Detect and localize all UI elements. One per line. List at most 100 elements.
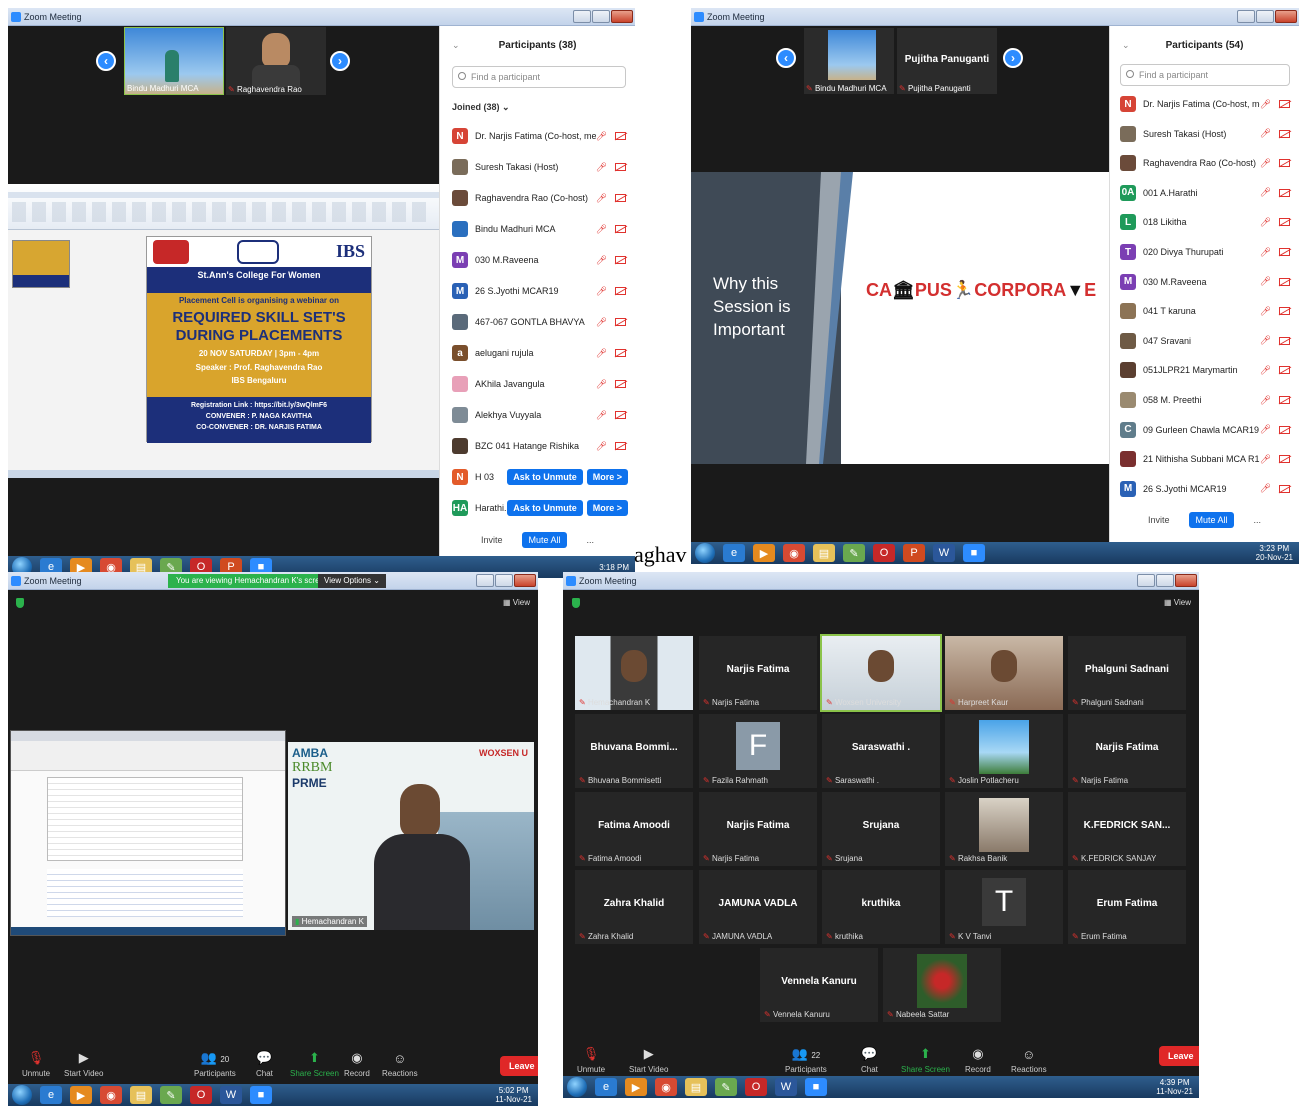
participant-tile[interactable]: ✎ Joslin Potlacheru bbox=[945, 714, 1063, 788]
leave-button[interactable]: Leave bbox=[500, 1056, 538, 1076]
participant-tile[interactable]: Narjis Fatima ✎ Narjis Fatima bbox=[699, 636, 817, 710]
joined-label[interactable]: Joined (38) ⌄ bbox=[452, 102, 510, 113]
participant-row[interactable]: a aelugani rujula 🎤︎ bbox=[452, 338, 632, 368]
start-video-button[interactable]: ▶ Start Video bbox=[629, 1046, 668, 1074]
participant-row[interactable]: 041 T karuna 🎤︎ bbox=[1120, 296, 1296, 326]
participant-tile[interactable]: T ✎ K V Tanvi bbox=[945, 870, 1063, 944]
participant-tile[interactable]: ✎ Hemachandran K bbox=[575, 636, 693, 710]
paint-icon[interactable]: ✎ bbox=[160, 1086, 182, 1104]
participant-row[interactable]: Alekhya Vuyyala 🎤︎ bbox=[452, 400, 632, 430]
unmute-button[interactable]: 🎙 Unmute bbox=[22, 1050, 50, 1078]
word-icon[interactable]: W bbox=[933, 544, 955, 562]
participant-row[interactable]: M 26 S.Jyothi MCAR19 🎤︎ bbox=[452, 276, 632, 306]
share-screen-button[interactable]: ⬆ Share Screen bbox=[901, 1046, 950, 1074]
search-input[interactable]: Find a participant bbox=[1120, 64, 1290, 86]
minimize-button[interactable] bbox=[573, 10, 591, 23]
video-thumb-pujitha[interactable]: Pujitha Panuganti ✎ Pujitha Panuganti bbox=[897, 28, 997, 94]
ie-icon[interactable]: e bbox=[40, 1086, 62, 1104]
chrome-icon[interactable]: ◉ bbox=[783, 544, 805, 562]
leave-button[interactable]: Leave bbox=[1159, 1046, 1199, 1066]
participant-tile[interactable]: Bhuvana Bommi... ✎ Bhuvana Bommisetti bbox=[575, 714, 693, 788]
chat-button[interactable]: 💬 Chat bbox=[861, 1046, 878, 1074]
participant-row[interactable]: N Dr. Narjis Fatima (Co-host, me) 🎤︎ bbox=[452, 121, 632, 151]
participant-row[interactable]: BZC 041 Hatange Rishika 🎤︎ bbox=[452, 431, 632, 461]
share-screen-button[interactable]: ⬆ Share Screen bbox=[290, 1050, 339, 1078]
maximize-button[interactable] bbox=[1256, 10, 1274, 23]
unmute-button[interactable]: 🎙 Unmute bbox=[577, 1046, 605, 1074]
start-button[interactable] bbox=[12, 1085, 32, 1105]
ppt-icon[interactable]: P bbox=[903, 544, 925, 562]
minimize-button[interactable] bbox=[476, 574, 494, 587]
close-button[interactable] bbox=[611, 10, 633, 23]
video-thumb-bindu[interactable]: Bindu Madhuri MCA bbox=[124, 27, 224, 95]
participant-tile[interactable]: Vennela Kanuru ✎ Vennela Kanuru bbox=[760, 948, 878, 1022]
participant-row[interactable]: L 018 Likitha 🎤︎ bbox=[1120, 207, 1296, 237]
more-button[interactable]: More > bbox=[586, 500, 628, 516]
participants-button[interactable]: 👥 22 Participants bbox=[785, 1046, 827, 1074]
folder-icon[interactable]: ▤ bbox=[685, 1078, 707, 1096]
media-icon[interactable]: ▶ bbox=[70, 1086, 92, 1104]
ie-icon[interactable]: e bbox=[595, 1078, 617, 1096]
maximize-button[interactable] bbox=[592, 10, 610, 23]
close-button[interactable] bbox=[1275, 10, 1297, 23]
participant-tile[interactable]: ✎ Rakhsa Banik bbox=[945, 792, 1063, 866]
participant-row[interactable]: Raghavendra Rao (Co-host) 🎤︎ bbox=[452, 183, 632, 213]
start-video-button[interactable]: ▶ Start Video bbox=[64, 1050, 103, 1078]
zoom-taskbar-icon[interactable]: ■ bbox=[805, 1078, 827, 1096]
mute-all-button[interactable]: Mute All bbox=[522, 532, 567, 548]
participant-tile[interactable]: Narjis Fatima ✎ Narjis Fatima bbox=[1068, 714, 1186, 788]
participant-row[interactable]: Suresh Takasi (Host) 🎤︎ bbox=[452, 152, 632, 182]
participant-tile[interactable]: Phalguni Sadnani ✎ Phalguni Sadnani bbox=[1068, 636, 1186, 710]
participant-tile[interactable]: K.FEDRICK SAN... ✎ K.FEDRICK SANJAY bbox=[1068, 792, 1186, 866]
mute-all-button[interactable]: Mute All bbox=[1189, 512, 1234, 528]
participant-tile[interactable]: JAMUNA VADLA ✎ JAMUNA VADLA bbox=[699, 870, 817, 944]
participant-tile[interactable]: ✎ Woxsen University bbox=[820, 634, 942, 712]
participant-row[interactable]: 051JLPR21 Marymartin 🎤︎ bbox=[1120, 355, 1296, 385]
participant-row[interactable]: Bindu Madhuri MCA 🎤︎ bbox=[452, 214, 632, 244]
speaker-video[interactable]: AMBA RRBM PRME WOXSEN U ▮ Hemachandran K bbox=[288, 742, 534, 930]
participant-row[interactable]: HA Harathi.. Ask to Unmute More > bbox=[452, 493, 632, 523]
reactions-button[interactable]: ☺ Reactions bbox=[1011, 1047, 1047, 1074]
participant-row[interactable]: 047 Sravani 🎤︎ bbox=[1120, 326, 1296, 356]
chrome-icon[interactable]: ◉ bbox=[100, 1086, 122, 1104]
ie-icon[interactable]: e bbox=[723, 544, 745, 562]
folder-icon[interactable]: ▤ bbox=[130, 1086, 152, 1104]
ask-to-unmute-button[interactable]: Ask to Unmute bbox=[507, 469, 583, 485]
participant-row[interactable]: M 030 M.Raveena 🎤︎ bbox=[1120, 267, 1296, 297]
reactions-button[interactable]: ☺ Reactions bbox=[382, 1051, 418, 1078]
participant-tile[interactable]: Zahra Khalid ✎ Zahra Khalid bbox=[575, 870, 693, 944]
start-button[interactable] bbox=[567, 1077, 587, 1097]
participant-tile[interactable]: Saraswathi . ✎ Saraswathi . bbox=[822, 714, 940, 788]
maximize-button[interactable] bbox=[495, 574, 513, 587]
more-button[interactable]: More > bbox=[586, 469, 628, 485]
participant-row[interactable]: Suresh Takasi (Host) 🎤︎ bbox=[1120, 119, 1296, 149]
participant-row[interactable]: 467-067 GONTLA BHAVYA 🎤︎ bbox=[452, 307, 632, 337]
participant-row[interactable]: C 09 Gurleen Chawla MCAR19 🎤︎ bbox=[1120, 415, 1296, 445]
participant-tile[interactable]: ✎ Harpreet Kaur bbox=[945, 636, 1063, 710]
participant-row[interactable]: M 030 M.Raveena 🎤︎ bbox=[452, 245, 632, 275]
zoom-taskbar-icon[interactable]: ■ bbox=[250, 1086, 272, 1104]
zoom-taskbar-icon[interactable]: ■ bbox=[963, 544, 985, 562]
word-icon[interactable]: W bbox=[775, 1078, 797, 1096]
minimize-button[interactable] bbox=[1237, 10, 1255, 23]
folder-icon[interactable]: ▤ bbox=[813, 544, 835, 562]
prev-page-button[interactable]: ‹ bbox=[96, 51, 116, 71]
chat-button[interactable]: 💬 Chat bbox=[256, 1050, 273, 1078]
record-button[interactable]: ◉ Record bbox=[344, 1050, 370, 1078]
next-page-button[interactable]: › bbox=[330, 51, 350, 71]
start-button[interactable] bbox=[695, 543, 715, 563]
participant-row[interactable]: T 020 Divya Thurupati 🎤︎ bbox=[1120, 237, 1296, 267]
view-button[interactable]: ▦ View bbox=[503, 598, 530, 607]
video-thumb-bindu[interactable]: ✎ Bindu Madhuri MCA bbox=[804, 28, 894, 94]
invite-button[interactable]: Invite bbox=[481, 535, 503, 545]
record-button[interactable]: ◉ Record bbox=[965, 1046, 991, 1074]
word-icon[interactable]: W bbox=[220, 1086, 242, 1104]
media-icon[interactable]: ▶ bbox=[753, 544, 775, 562]
next-page-button[interactable]: › bbox=[1003, 48, 1023, 68]
prev-page-button[interactable]: ‹ bbox=[776, 48, 796, 68]
participant-row[interactable]: N H 03 Ask to Unmute More > bbox=[452, 462, 632, 492]
participant-tile[interactable]: F ✎ Fazila Rahmath bbox=[699, 714, 817, 788]
more-options-button[interactable]: ... bbox=[1254, 515, 1262, 525]
participant-tile[interactable]: ✎ Nabeela Sattar bbox=[883, 948, 1001, 1022]
opera-icon[interactable]: O bbox=[190, 1086, 212, 1104]
